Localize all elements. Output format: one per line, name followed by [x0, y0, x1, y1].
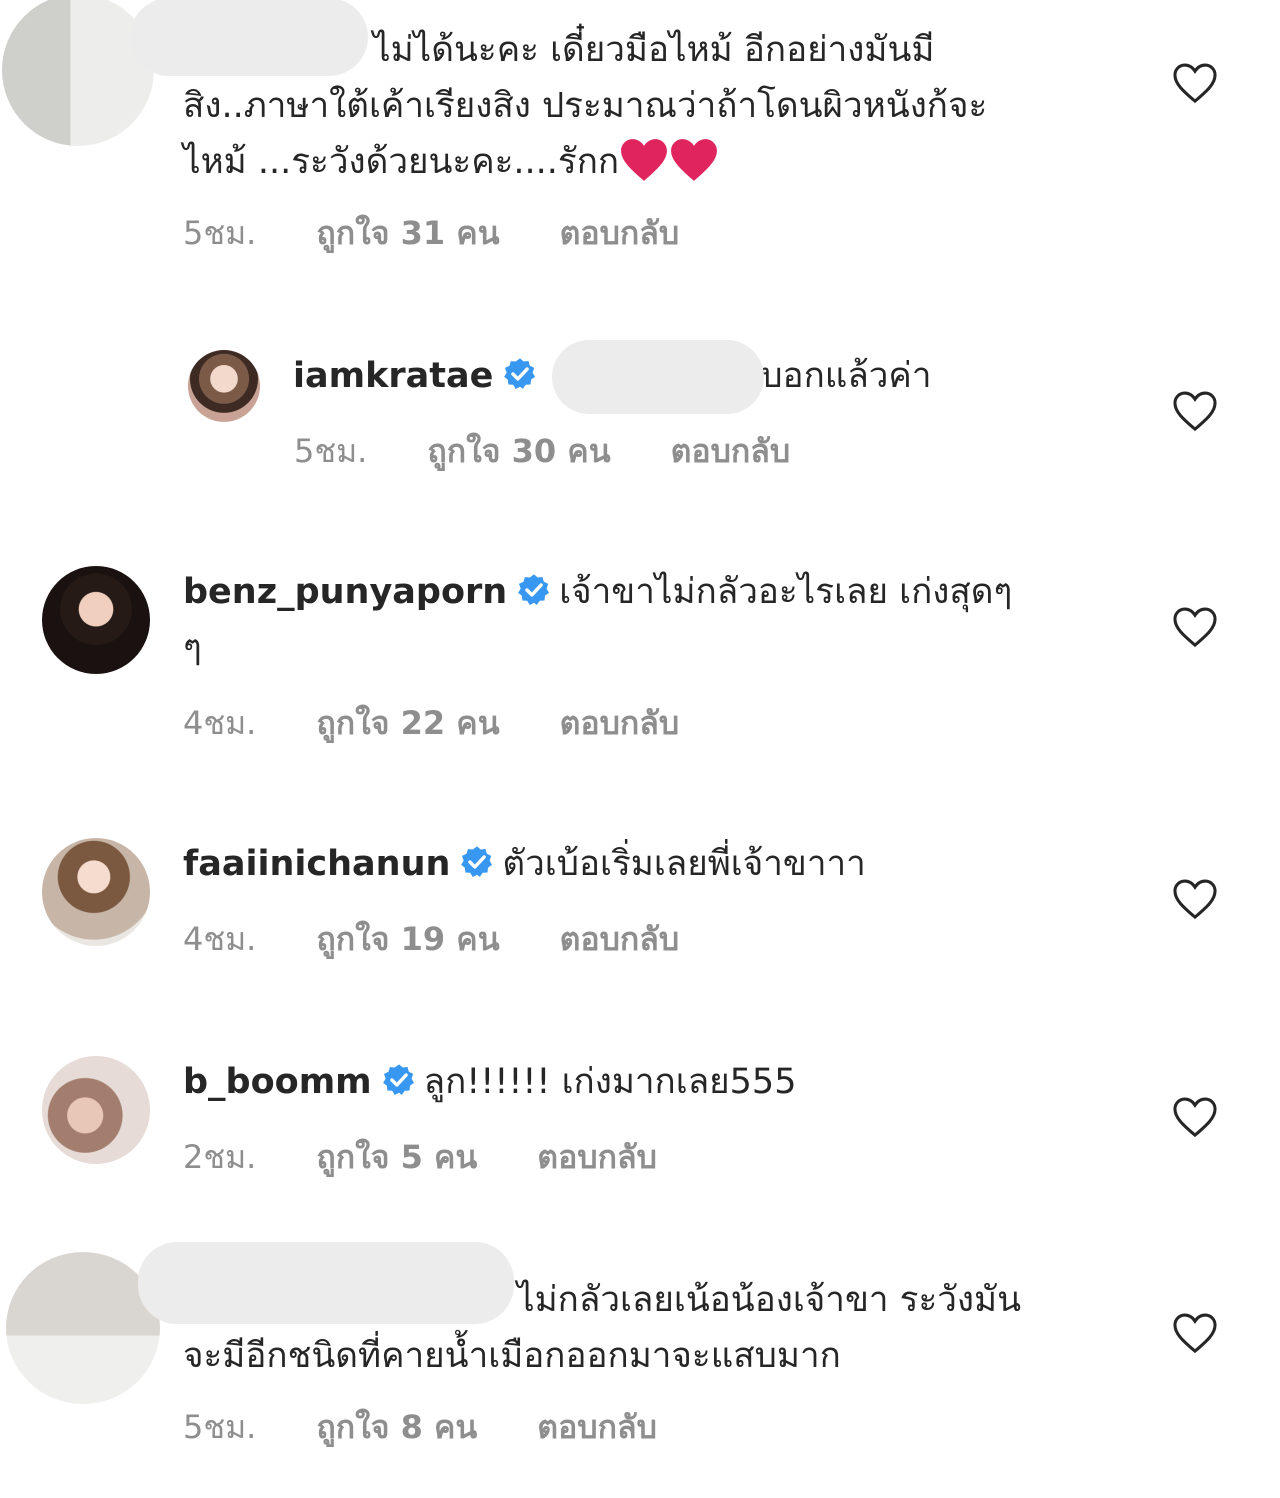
- username[interactable]: iamkratae: [293, 356, 493, 396]
- likes-count[interactable]: ถูกใจ 19 คน: [316, 914, 499, 965]
- avatar[interactable]: [188, 350, 260, 422]
- blurred-mention: [552, 340, 764, 414]
- comment-time: 4ชม.: [183, 704, 257, 742]
- likes-count[interactable]: ถูกใจ 31 คน: [316, 208, 499, 259]
- comment-text: faaiinichanun ตัวเบ้อเริ่มเลยพี่เจ้าขาาา: [183, 836, 1103, 892]
- red-heart-emoji-icon: [671, 139, 718, 181]
- comment-time: 2ชม.: [183, 1138, 257, 1176]
- heart-outline-icon[interactable]: [1172, 878, 1218, 920]
- username[interactable]: benz_punyaporn: [183, 572, 507, 612]
- avatar[interactable]: [2, 0, 154, 146]
- likes-count[interactable]: ถูกใจ 30 คน: [427, 426, 610, 477]
- comment-text-line: เจ้าขาไม่กลัวอะไรเลย เก่งสุดๆ: [559, 572, 1013, 612]
- red-heart-emoji-icon: [621, 139, 668, 181]
- comment-text-line: ไหม้ ...ระวังด้วยนะคะ....รักก: [183, 142, 620, 182]
- comment-text-line: บอกแล้วค่า: [760, 356, 932, 396]
- comment-text-line: ๆ: [183, 628, 202, 668]
- heart-outline-icon[interactable]: [1172, 606, 1218, 648]
- comment-text-line: ลูก!!!!!! เก่งมากเลย555: [423, 1062, 797, 1102]
- reply-button[interactable]: ตอบกลับ: [560, 208, 680, 259]
- username[interactable]: b_boomm: [183, 1062, 372, 1102]
- avatar[interactable]: [6, 1252, 160, 1404]
- verified-badge-icon: [504, 358, 536, 390]
- comment-time: 4ชม.: [183, 920, 257, 958]
- avatar[interactable]: [42, 566, 150, 674]
- likes-count[interactable]: ถูกใจ 5 คน: [316, 1132, 477, 1183]
- reply-button[interactable]: ตอบกลับ: [537, 1402, 657, 1453]
- heart-outline-icon[interactable]: [1172, 62, 1218, 104]
- comment-time: 5ชม.: [183, 1408, 257, 1446]
- comment-meta: 4ชม. ถูกใจ 19 คน ตอบกลับ: [183, 914, 679, 965]
- username[interactable]: faaiinichanun: [183, 844, 450, 884]
- verified-badge-icon: [461, 846, 493, 878]
- comment-time: 5ชม.: [183, 214, 257, 252]
- reply-button[interactable]: ตอบกลับ: [560, 914, 680, 965]
- heart-outline-icon[interactable]: [1172, 1096, 1218, 1138]
- comment-text: benz_punyaporn เจ้าขาไม่กลัวอะไรเลย เก่งส…: [183, 564, 1103, 676]
- comment-meta: 5ชม. ถูกใจ 31 คน ตอบกลับ: [183, 208, 679, 259]
- comment-text-line: ตัวเบ้อเริ่มเลยพี่เจ้าขาาา: [502, 844, 866, 884]
- comment-time: 5ชม.: [294, 432, 368, 470]
- verified-badge-icon: [518, 574, 550, 606]
- comment-text-line: สิง..ภาษาใต้เค้าเรียงสิง ประมาณว่าถ้าโดน…: [183, 86, 988, 126]
- reply-button[interactable]: ตอบกลับ: [560, 698, 680, 749]
- reply-button[interactable]: ตอบกลับ: [537, 1132, 657, 1183]
- avatar[interactable]: [42, 1056, 150, 1164]
- reply-button[interactable]: ตอบกลับ: [671, 426, 791, 477]
- comment-meta: 4ชม. ถูกใจ 22 คน ตอบกลับ: [183, 698, 679, 749]
- comment-text: ไม่ได้นะคะ เดี๋ยวมือไหม้ อีกอย่างมันมี ส…: [183, 22, 1103, 190]
- comment-meta: 5ชม. ถูกใจ 8 คน ตอบกลับ: [183, 1402, 657, 1453]
- heart-outline-icon[interactable]: [1172, 390, 1218, 432]
- comment-meta: 2ชม. ถูกใจ 5 คน ตอบกลับ: [183, 1132, 657, 1183]
- likes-count[interactable]: ถูกใจ 22 คน: [316, 698, 499, 749]
- comment-meta: 5ชม. ถูกใจ 30 คน ตอบกลับ: [294, 426, 790, 477]
- comment-text-line: ไม่กลัวเลยเน้อน้องเจ้าขา ระวังมัน: [517, 1280, 1021, 1320]
- likes-count[interactable]: ถูกใจ 8 คน: [316, 1402, 477, 1453]
- comment-text: ไม่กลัวเลยเน้อน้องเจ้าขา ระวังมัน จะมีอี…: [183, 1272, 1103, 1384]
- heart-outline-icon[interactable]: [1172, 1312, 1218, 1354]
- comment-text-line: จะมีอีกชนิดที่คายน้ำเมือกออกมาจะแสบมาก: [183, 1336, 841, 1376]
- comment-text-line: ไม่ได้นะคะ เดี๋ยวมือไหม้ อีกอย่างมันมี: [373, 30, 935, 70]
- comment-text: b_boomm ลูก!!!!!! เก่งมากเลย555: [183, 1054, 1103, 1110]
- verified-badge-icon: [382, 1064, 414, 1096]
- avatar[interactable]: [42, 838, 150, 946]
